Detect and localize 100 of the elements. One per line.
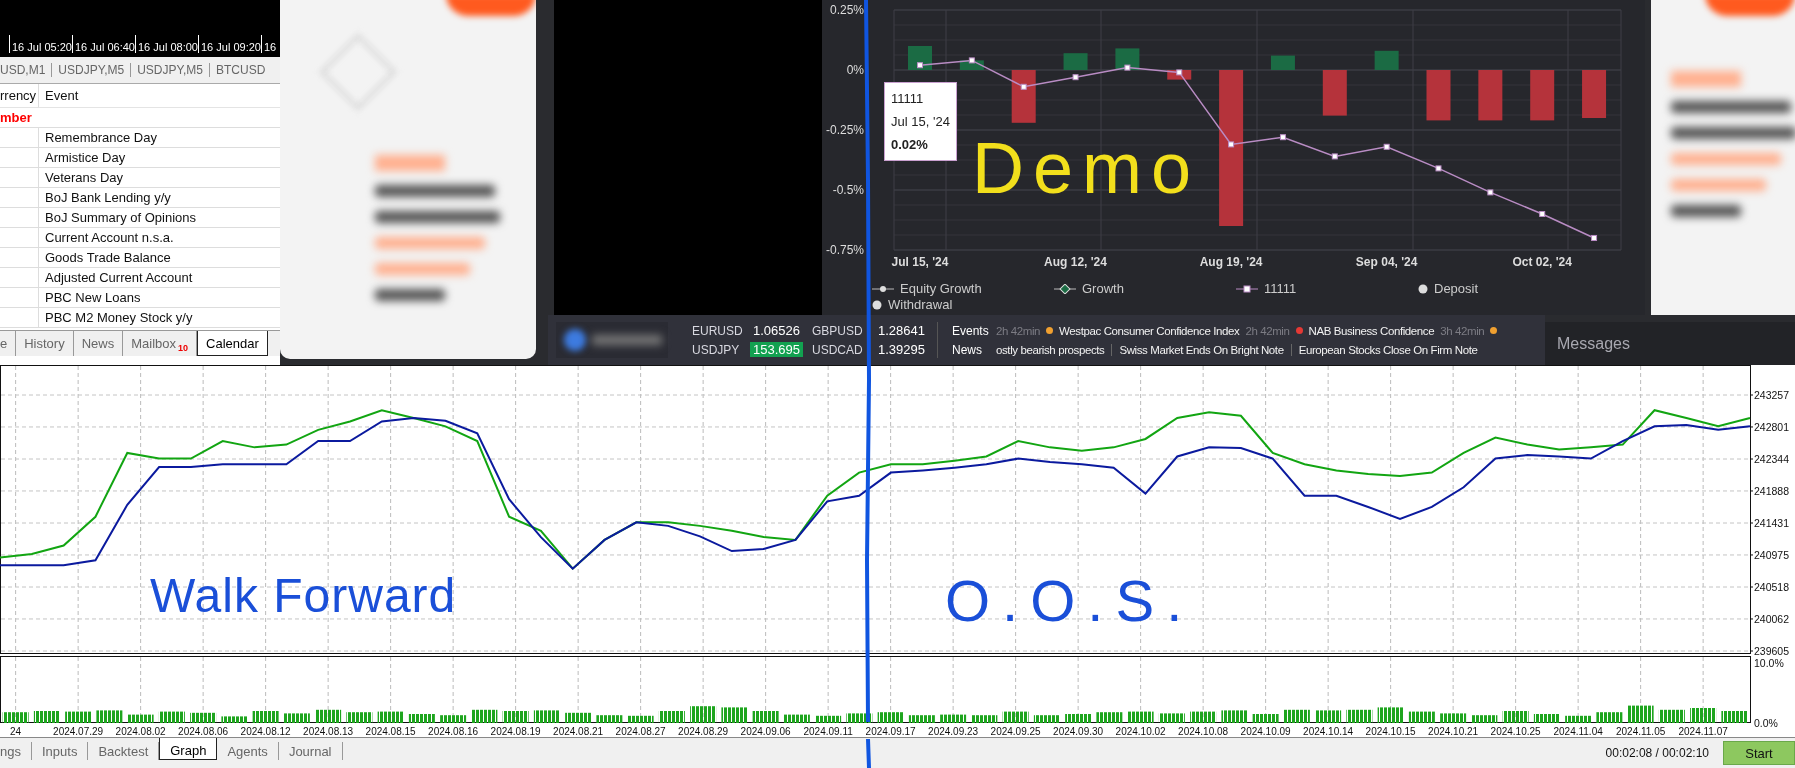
volume-bar — [627, 715, 654, 723]
axis-label: 242801 — [1754, 420, 1790, 433]
news-headline[interactable]: ostly bearish prospects — [996, 343, 1105, 356]
axis-label: 2024.08.19 — [490, 726, 541, 737]
news-headline[interactable]: Swiss Market Ends On Bright Note — [1111, 343, 1284, 356]
panel-tab[interactable]: Graph — [159, 738, 218, 760]
volume-bar — [65, 711, 92, 723]
volume-bar — [2, 712, 29, 723]
axis-label: 239605 — [1754, 645, 1790, 657]
legend-label: Equity Growth — [900, 281, 982, 296]
table-cell-text: PBC New Loans — [44, 289, 141, 307]
volume-bar — [596, 715, 623, 723]
point — [1435, 165, 1442, 172]
symbol-label: USDJPY — [692, 342, 741, 357]
handwritten-note: Walk Forward — [150, 572, 457, 620]
price-value: 153.695 — [750, 342, 803, 357]
panel-tab[interactable]: Calendar — [197, 331, 268, 356]
event-title[interactable]: NAB Business Confidence — [1308, 324, 1435, 337]
axis-label: 2024.08.15 — [365, 726, 416, 737]
news-headline[interactable]: European Stocks Close On Firm Note — [1290, 343, 1478, 356]
axis-label: 2024.10.08 — [1178, 726, 1229, 737]
chart-bar — [908, 46, 932, 70]
time-axis-label: 16 Jul 08:00 — [138, 41, 198, 53]
chart-tab[interactable]: BTCUSD — [209, 63, 266, 77]
axis-label: 2024.08.02 — [115, 726, 166, 737]
axis-label: 241888 — [1754, 484, 1790, 497]
axis-label: 2024.09.30 — [1053, 726, 1104, 737]
point — [1591, 235, 1598, 241]
axis-label: 2024.08.06 — [178, 726, 229, 737]
point — [1228, 141, 1235, 148]
event-title[interactable]: Westpac Consumer Confidence Index — [1059, 324, 1240, 337]
table-cell-text: Armistice Day — [44, 149, 126, 167]
volume-bar — [533, 710, 560, 723]
volume-bar — [252, 711, 279, 723]
panel-tab[interactable]: Agents — [217, 742, 279, 760]
point — [1279, 134, 1286, 141]
handwritten-note: O.O.S. — [945, 572, 1195, 630]
panel-tab[interactable]: History — [16, 331, 74, 356]
volume-bar — [1627, 705, 1654, 723]
chart-tab[interactable]: USDJPY,M5 — [131, 63, 210, 77]
volume-bar — [783, 714, 810, 723]
axis-label: -0.5% — [832, 183, 864, 197]
volume-bar — [1471, 715, 1498, 723]
chart-tab[interactable]: USD,M1 — [0, 63, 53, 77]
axis-label: Aug 12, '24 — [1044, 255, 1107, 269]
panel-tab[interactable]: e — [0, 331, 17, 356]
axis-label: 24 — [10, 726, 22, 737]
axis-label: 240062 — [1754, 612, 1790, 625]
volume-bar — [408, 714, 435, 723]
legend-label: Deposit — [1434, 281, 1479, 296]
axis-label: 2024.09.17 — [865, 726, 916, 737]
symbol-label: USDCAD — [812, 342, 864, 357]
group-heading: mber — [0, 110, 32, 125]
volume-bar — [221, 716, 248, 723]
symbol-label: GBPUSD — [812, 323, 864, 338]
panel-tab[interactable]: Journal — [278, 742, 343, 760]
point — [968, 57, 975, 64]
axis-label: 2024.10.09 — [1240, 726, 1291, 737]
axis-label: 2024.09.11 — [803, 726, 853, 737]
axis-label: Jul 15, '24 — [891, 255, 949, 269]
axis-label: 2024.10.02 — [1115, 726, 1166, 737]
volume-bar — [346, 712, 373, 723]
axis-label: 2024.08.27 — [615, 726, 666, 737]
row-label: News — [952, 342, 983, 357]
volume-bar — [658, 711, 685, 723]
volume-bar — [846, 713, 873, 723]
volume-bar — [315, 709, 342, 723]
axis-label: 2024.10.25 — [1490, 726, 1541, 737]
point — [1487, 189, 1494, 196]
axis-label: 2024.11.05 — [1615, 726, 1666, 737]
axis-label: 2024.08.16 — [428, 726, 479, 737]
chart-bar — [1063, 53, 1088, 70]
axis-label: 2024.10.15 — [1365, 726, 1416, 737]
legend-line-icon — [1236, 283, 1258, 294]
point — [917, 62, 923, 69]
panel-tab[interactable]: ngs — [0, 742, 32, 760]
chart-bar — [1374, 50, 1399, 70]
panel-title: Messages — [1557, 334, 1630, 353]
axis-label: 241431 — [1754, 517, 1790, 529]
start-button[interactable]: Start — [1723, 741, 1795, 765]
chart-tab[interactable]: USDJPY,M5 — [52, 63, 132, 77]
chart-bar — [1011, 70, 1036, 123]
axis-label: 2024.11.04 — [1553, 726, 1603, 737]
volume-bar — [1440, 713, 1467, 723]
volume-bar — [940, 714, 967, 723]
point — [1124, 64, 1131, 71]
volume-bar — [1190, 711, 1217, 723]
axis-label: -0.25% — [825, 123, 864, 137]
volume-bar — [1658, 709, 1685, 723]
volume-bar — [1596, 712, 1623, 723]
point — [1072, 74, 1079, 81]
panel-tab[interactable]: Inputs — [31, 742, 89, 760]
axis-label: 2024.09.23 — [928, 726, 979, 737]
table-cell-text: Veterans Day — [44, 169, 124, 187]
panel-tab[interactable]: News — [73, 331, 124, 356]
volume-bar — [1502, 711, 1529, 723]
column-header: Event — [44, 87, 79, 105]
price-value: 1.39295 — [877, 342, 926, 357]
time-axis-label: 16 — [264, 41, 277, 53]
volume-bar — [283, 713, 310, 723]
